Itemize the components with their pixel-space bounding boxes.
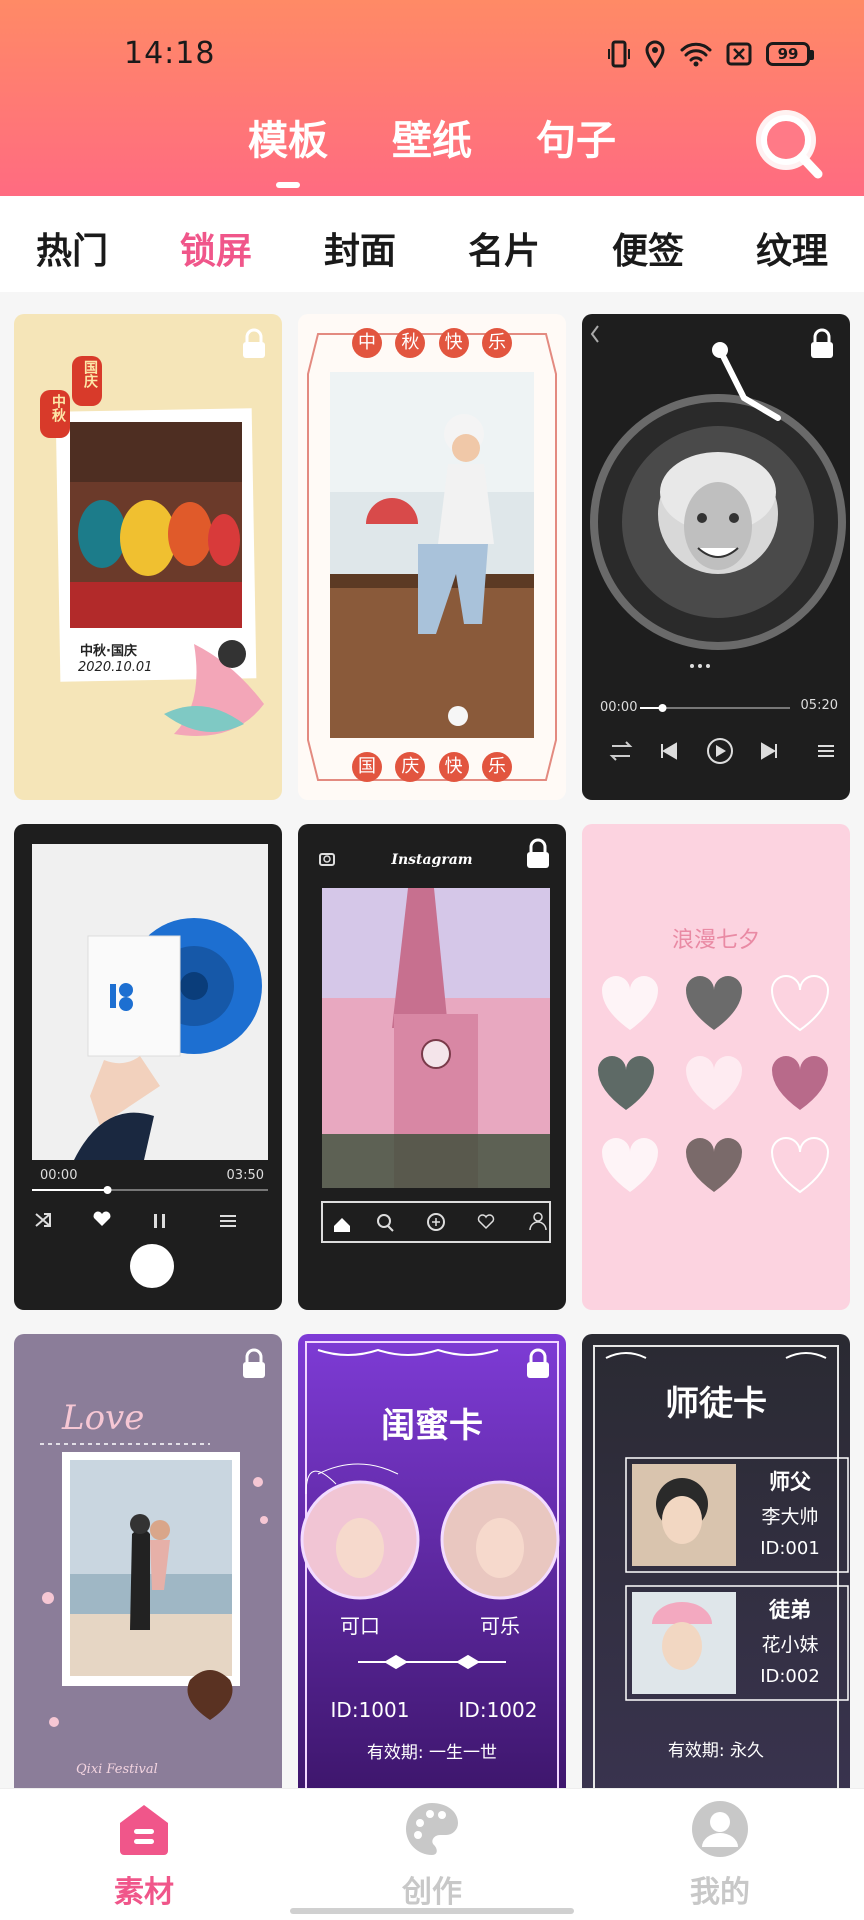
- template-card-mentor[interactable]: 师徒卡 师父 李大帅 ID:001 徒弟 花小妹 ID:002 有效期: 永久: [582, 1334, 850, 1788]
- bestie-name-right: 可乐: [480, 1614, 520, 1638]
- palette-icon: [406, 1803, 458, 1855]
- vibrate-icon: [608, 40, 630, 68]
- bestie-id-left: ID:1001: [330, 1698, 410, 1722]
- bestie-name-left: 可口: [340, 1614, 380, 1638]
- template-card-festival-frame[interactable]: 中 秋 快 乐 国 庆 快 乐: [298, 314, 566, 800]
- festival-char: 快: [438, 752, 469, 782]
- tab-label: 壁纸: [392, 118, 472, 164]
- category-note[interactable]: 便签: [612, 222, 684, 274]
- nav-label: 我的: [690, 1875, 750, 1910]
- template-grid: 中秋 国庆 中秋·国庆 2020.10.01 中 秋 快 乐 国 庆 快 乐 0…: [0, 292, 864, 1788]
- search-icon: [756, 110, 823, 179]
- festival-char: 乐: [481, 328, 512, 358]
- vinyl-time-start: 00:00: [600, 700, 638, 715]
- category-bar: 热门 锁屏 封面 名片 便签 纹理: [0, 196, 864, 292]
- home-icon: [120, 1805, 168, 1855]
- battery-icon: 99: [766, 42, 814, 66]
- music-time-end: 03:50: [226, 1168, 264, 1183]
- festival-char: 中: [352, 328, 382, 358]
- tab-label: 句子: [536, 118, 616, 164]
- bestie-id-right: ID:1002: [458, 1698, 538, 1722]
- location-icon: [644, 40, 666, 68]
- festival-bottom-chars: 国 庆 快 乐: [352, 752, 512, 782]
- template-card-music-player[interactable]: 00:00 03:50: [14, 824, 282, 1310]
- app-header: 14:18 99 模板 壁纸 句子: [0, 0, 864, 196]
- profile-icon: [692, 1801, 748, 1857]
- festival-top-chars: 中 秋 快 乐: [352, 328, 512, 358]
- nav-label: 创作: [402, 1875, 462, 1910]
- category-cover[interactable]: 封面: [324, 222, 396, 274]
- qixi-title: 浪漫七夕: [671, 928, 760, 953]
- bottom-nav: 素材 创作 我的: [0, 1788, 864, 1920]
- lantern-text-left: 中秋: [50, 394, 66, 422]
- festival-char: 国: [352, 752, 382, 782]
- mentor-validity: 有效期: 永久: [667, 1741, 765, 1761]
- template-card-vinyl-player[interactable]: 00:00 05:20: [582, 314, 850, 800]
- mentor-name-1: 李大帅: [761, 1506, 819, 1528]
- nav-create[interactable]: 创作: [332, 1789, 532, 1920]
- festival-char: 秋: [395, 328, 426, 358]
- lock-icon: [527, 838, 549, 868]
- category-texture[interactable]: 纹理: [756, 222, 828, 274]
- lock-icon: [527, 1348, 549, 1378]
- template-card-bestie[interactable]: 闺蜜卡 可口 可乐 ID:1001 ID:1002 有效期: 一生一世: [298, 1334, 566, 1788]
- status-time: 14:18: [124, 36, 216, 71]
- template-card-instagram[interactable]: Instagram: [298, 824, 566, 1310]
- festival-char: 乐: [481, 752, 512, 782]
- mentor-id-2: ID:002: [760, 1666, 820, 1687]
- festival-char: 庆: [395, 752, 426, 782]
- mentor-name-2: 花小妹: [761, 1634, 819, 1656]
- mentor-role-2: 徒弟: [769, 1598, 811, 1622]
- lock-icon: [243, 328, 265, 358]
- tab-templates[interactable]: 模板: [248, 108, 328, 188]
- top-tabs: 模板 壁纸 句子: [0, 108, 864, 188]
- template-card-mid-autumn[interactable]: 中秋 国庆 中秋·国庆 2020.10.01: [14, 314, 282, 800]
- wifi-icon: [680, 41, 712, 67]
- polaroid-caption: 中秋·国庆: [80, 644, 137, 659]
- category-card[interactable]: 名片: [468, 222, 540, 274]
- tab-quotes[interactable]: 句子: [536, 108, 616, 166]
- mentor-title: 师徒卡: [665, 1384, 767, 1424]
- sim-off-icon: [726, 42, 752, 66]
- nav-mine[interactable]: 我的: [620, 1789, 820, 1920]
- bestie-validity: 有效期: 一生一世: [366, 1743, 498, 1763]
- category-lockscreen[interactable]: 锁屏: [180, 222, 252, 274]
- lock-icon: [243, 1348, 265, 1378]
- bestie-title: 闺蜜卡: [381, 1406, 483, 1446]
- nav-label: 素材: [114, 1875, 174, 1910]
- polaroid-date: 2020.10.01: [78, 660, 153, 675]
- festival-char: 快: [438, 328, 469, 358]
- search-button[interactable]: [750, 102, 830, 182]
- lock-icon: [811, 328, 833, 358]
- template-card-qixi-hearts[interactable]: 浪漫七夕: [582, 824, 850, 1310]
- category-hot[interactable]: 热门: [36, 222, 108, 274]
- home-indicator: [290, 1908, 574, 1914]
- love-footer: Qixi Festival: [76, 1762, 158, 1777]
- active-tab-indicator: [276, 182, 300, 188]
- tab-wallpaper[interactable]: 壁纸: [392, 108, 472, 166]
- love-title: Love: [62, 1398, 145, 1438]
- music-time-start: 00:00: [40, 1168, 78, 1183]
- status-icons: 99: [608, 38, 814, 70]
- nav-materials[interactable]: 素材: [44, 1789, 244, 1920]
- mentor-id-1: ID:001: [760, 1538, 820, 1559]
- template-card-love-photo[interactable]: Love Qixi Festival: [14, 1334, 282, 1788]
- mentor-role-1: 师父: [769, 1470, 811, 1494]
- tab-label: 模板: [248, 118, 328, 164]
- lantern-text-right: 国庆: [82, 360, 98, 388]
- vinyl-time-end: 05:20: [800, 698, 838, 713]
